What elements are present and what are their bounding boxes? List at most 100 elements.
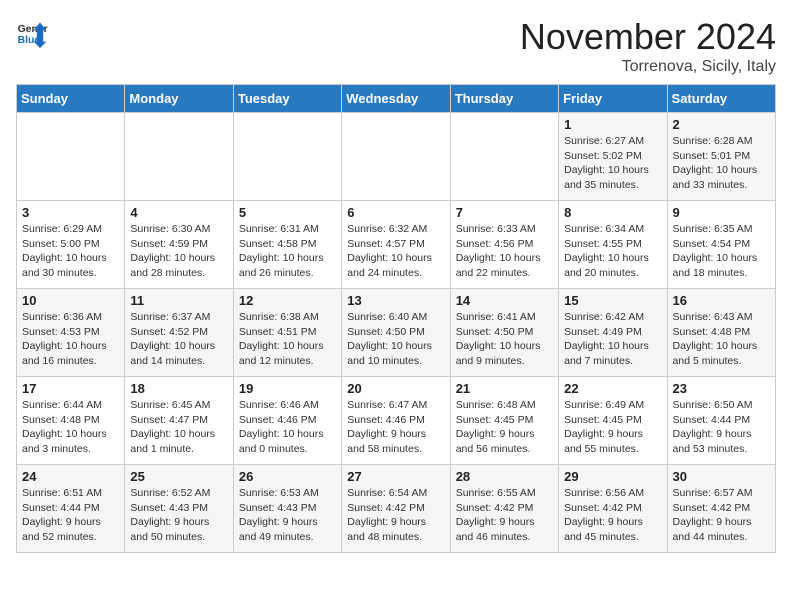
day-info: Sunrise: 6:43 AM Sunset: 4:48 PM Dayligh… [673,310,770,369]
day-info: Sunrise: 6:40 AM Sunset: 4:50 PM Dayligh… [347,310,444,369]
day-number: 24 [22,469,119,484]
week-row-4: 17 Sunrise: 6:44 AM Sunset: 4:48 PM Dayli… [17,377,776,465]
day-info: Sunrise: 6:41 AM Sunset: 4:50 PM Dayligh… [456,310,553,369]
day-number: 3 [22,205,119,220]
calendar-cell: 14 Sunrise: 6:41 AM Sunset: 4:50 PM Dayli… [450,289,558,377]
calendar-cell: 18 Sunrise: 6:45 AM Sunset: 4:47 PM Dayli… [125,377,233,465]
calendar-cell: 27 Sunrise: 6:54 AM Sunset: 4:42 PM Dayli… [342,465,450,553]
calendar-cell: 26Sunrise: 6:53 AM Sunset: 4:43 PM Dayli… [233,465,341,553]
day-number: 7 [456,205,553,220]
week-row-2: 3 Sunrise: 6:29 AM Sunset: 5:00 PM Daylig… [17,201,776,289]
day-number: 25 [130,469,227,484]
calendar-cell: 7 Sunrise: 6:33 AM Sunset: 4:56 PM Daylig… [450,201,558,289]
day-info: Sunrise: 6:45 AM Sunset: 4:47 PM Dayligh… [130,398,227,457]
day-info: Sunrise: 6:51 AM Sunset: 4:44 PM Dayligh… [22,486,119,545]
calendar-cell: 16 Sunrise: 6:43 AM Sunset: 4:48 PM Dayli… [667,289,775,377]
calendar-cell: 3 Sunrise: 6:29 AM Sunset: 5:00 PM Daylig… [17,201,125,289]
header-friday: Friday [559,85,667,113]
day-number: 23 [673,381,770,396]
day-number: 29 [564,469,661,484]
day-info: Sunrise: 6:54 AM Sunset: 4:42 PM Dayligh… [347,486,444,545]
day-number: 19 [239,381,336,396]
day-info: Sunrise: 6:55 AM Sunset: 4:42 PM Dayligh… [456,486,553,545]
day-number: 18 [130,381,227,396]
day-info: Sunrise: 6:33 AM Sunset: 4:56 PM Dayligh… [456,222,553,281]
day-info: Sunrise: 6:34 AM Sunset: 4:55 PM Dayligh… [564,222,661,281]
day-info: Sunrise: 6:37 AM Sunset: 4:52 PM Dayligh… [130,310,227,369]
calendar-cell: 5 Sunrise: 6:31 AM Sunset: 4:58 PM Daylig… [233,201,341,289]
day-number: 8 [564,205,661,220]
calendar-cell [342,113,450,201]
calendar-cell: 11 Sunrise: 6:37 AM Sunset: 4:52 PM Dayli… [125,289,233,377]
calendar-cell: 6 Sunrise: 6:32 AM Sunset: 4:57 PM Daylig… [342,201,450,289]
days-header-row: SundayMondayTuesdayWednesdayThursdayFrid… [17,85,776,113]
day-info: Sunrise: 6:48 AM Sunset: 4:45 PM Dayligh… [456,398,553,457]
day-number: 30 [673,469,770,484]
day-info: Sunrise: 6:31 AM Sunset: 4:58 PM Dayligh… [239,222,336,281]
calendar-cell: 28 Sunrise: 6:55 AM Sunset: 4:42 PM Dayli… [450,465,558,553]
calendar-cell: 10 Sunrise: 6:36 AM Sunset: 4:53 PM Dayli… [17,289,125,377]
day-info: Sunrise: 6:53 AM Sunset: 4:43 PM Dayligh… [239,486,336,545]
day-number: 1 [564,117,661,132]
day-number: 9 [673,205,770,220]
header-thursday: Thursday [450,85,558,113]
day-number: 16 [673,293,770,308]
calendar-cell: 25 Sunrise: 6:52 AM Sunset: 4:43 PM Dayli… [125,465,233,553]
day-number: 11 [130,293,227,308]
day-number: 21 [456,381,553,396]
title-block: November 2024 Torrenova, Sicily, Italy [520,16,776,76]
day-info: Sunrise: 6:30 AM Sunset: 4:59 PM Dayligh… [130,222,227,281]
day-number: 14 [456,293,553,308]
header-monday: Monday [125,85,233,113]
day-info: Sunrise: 6:50 AM Sunset: 4:44 PM Dayligh… [673,398,770,457]
week-row-5: 24 Sunrise: 6:51 AM Sunset: 4:44 PM Dayli… [17,465,776,553]
day-info: Sunrise: 6:47 AM Sunset: 4:46 PM Dayligh… [347,398,444,457]
day-number: 13 [347,293,444,308]
logo: General Blue [16,16,48,48]
calendar-cell: 24 Sunrise: 6:51 AM Sunset: 4:44 PM Dayli… [17,465,125,553]
calendar-subtitle: Torrenova, Sicily, Italy [520,58,776,76]
header-sunday: Sunday [17,85,125,113]
week-row-3: 10 Sunrise: 6:36 AM Sunset: 4:53 PM Dayli… [17,289,776,377]
calendar-cell [125,113,233,201]
day-number: 2 [673,117,770,132]
calendar-cell: 20 Sunrise: 6:47 AM Sunset: 4:46 PM Dayli… [342,377,450,465]
calendar-cell: 8 Sunrise: 6:34 AM Sunset: 4:55 PM Daylig… [559,201,667,289]
day-info: Sunrise: 6:49 AM Sunset: 4:45 PM Dayligh… [564,398,661,457]
calendar-cell: 12Sunrise: 6:38 AM Sunset: 4:51 PM Dayli… [233,289,341,377]
calendar-cell [17,113,125,201]
day-info: Sunrise: 6:29 AM Sunset: 5:00 PM Dayligh… [22,222,119,281]
day-number: 20 [347,381,444,396]
day-info: Sunrise: 6:44 AM Sunset: 4:48 PM Dayligh… [22,398,119,457]
day-info: Sunrise: 6:56 AM Sunset: 4:42 PM Dayligh… [564,486,661,545]
calendar-cell: 17 Sunrise: 6:44 AM Sunset: 4:48 PM Dayli… [17,377,125,465]
calendar-cell [233,113,341,201]
day-info: Sunrise: 6:27 AM Sunset: 5:02 PM Dayligh… [564,134,661,193]
day-number: 10 [22,293,119,308]
calendar-table: SundayMondayTuesdayWednesdayThursdayFrid… [16,84,776,553]
week-row-1: 1 Sunrise: 6:27 AM Sunset: 5:02 PM Daylig… [17,113,776,201]
calendar-cell: 29 Sunrise: 6:56 AM Sunset: 4:42 PM Dayli… [559,465,667,553]
calendar-cell: 13 Sunrise: 6:40 AM Sunset: 4:50 PM Dayli… [342,289,450,377]
calendar-cell: 4 Sunrise: 6:30 AM Sunset: 4:59 PM Daylig… [125,201,233,289]
day-number: 4 [130,205,227,220]
day-number: 28 [456,469,553,484]
day-info: Sunrise: 6:32 AM Sunset: 4:57 PM Dayligh… [347,222,444,281]
day-number: 5 [239,205,336,220]
day-info: Sunrise: 6:52 AM Sunset: 4:43 PM Dayligh… [130,486,227,545]
header-saturday: Saturday [667,85,775,113]
day-info: Sunrise: 6:46 AM Sunset: 4:46 PM Dayligh… [239,398,336,457]
day-info: Sunrise: 6:36 AM Sunset: 4:53 PM Dayligh… [22,310,119,369]
logo-icon: General Blue [16,16,48,48]
calendar-cell: 15Sunrise: 6:42 AM Sunset: 4:49 PM Dayli… [559,289,667,377]
calendar-cell [450,113,558,201]
calendar-cell: 30 Sunrise: 6:57 AM Sunset: 4:42 PM Dayli… [667,465,775,553]
day-number: 27 [347,469,444,484]
day-info: Sunrise: 6:57 AM Sunset: 4:42 PM Dayligh… [673,486,770,545]
day-number: 17 [22,381,119,396]
header-tuesday: Tuesday [233,85,341,113]
calendar-title: November 2024 [520,16,776,58]
calendar-cell: 1 Sunrise: 6:27 AM Sunset: 5:02 PM Daylig… [559,113,667,201]
day-info: Sunrise: 6:38 AM Sunset: 4:51 PM Dayligh… [239,310,336,369]
day-number: 6 [347,205,444,220]
